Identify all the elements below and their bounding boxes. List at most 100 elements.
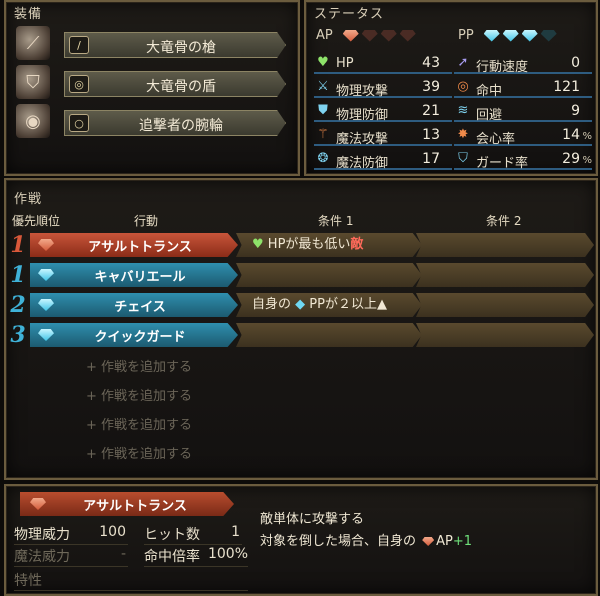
ap-label: AP <box>316 28 333 43</box>
action-button[interactable]: チェイス <box>30 293 238 317</box>
stat-label: HP <box>336 56 354 71</box>
stat-row: ➚ 行動速度 0 <box>454 54 592 75</box>
pp-gem-icon <box>38 329 54 341</box>
skill-detail-panel: アサルトトランス 物理威力 100 ヒット数 1 魔法威力 - 命中倍率 100… <box>4 484 598 596</box>
action-name: キャバリエール <box>94 270 186 285</box>
skill-description-2: 対象を倒した場合、自身の AP+1 <box>260 530 472 549</box>
magic-power-label: 魔法威力 <box>14 549 70 565</box>
equipment-name: 大竜骨の盾 <box>146 79 216 95</box>
equipment-slot[interactable]: ⛉ ◎ 大竜骨の盾 <box>16 65 286 99</box>
condition-2-slot[interactable] <box>416 233 594 257</box>
target-icon: ◎ <box>457 79 469 94</box>
condition-2-slot[interactable] <box>416 323 594 347</box>
add-tactic-button[interactable]: + 作戦を追加する <box>86 385 192 404</box>
priority-number: 1 <box>10 262 26 288</box>
equipment-slot-button[interactable]: / 大竜骨の槍 <box>64 32 286 58</box>
stat-label: 魔法攻撃 <box>336 132 389 147</box>
stat-row: ✸ 会心率 14% <box>454 126 592 147</box>
spear-icon: ⟋ <box>16 26 50 60</box>
equipment-panel: 装備 ⟋ / 大竜骨の槍 ⛉ ◎ 大竜骨の盾 ◉ ○ 追撃者の腕輪 <box>4 0 300 176</box>
tactic-row[interactable]: 1 アサルトトランス ♥ HPが最も低い敵 <box>6 232 596 258</box>
desc-resource: AP <box>436 534 453 549</box>
equipment-slot[interactable]: ⟋ / 大竜骨の槍 <box>16 26 286 60</box>
pp-gem-icon <box>38 269 54 281</box>
stat-value: 39 <box>422 79 440 95</box>
equip-type-icon: ○ <box>69 114 89 132</box>
magic-power-value: - <box>120 546 126 562</box>
ap-gem-icon <box>38 239 54 251</box>
priority-number: 2 <box>10 292 26 318</box>
condition-1-slot[interactable]: 自身の ◆ PPが２以上▲ <box>236 293 422 317</box>
pp-gem-icon: ◆ <box>295 297 306 312</box>
stat-value: 14 <box>562 127 580 143</box>
guard-icon: ⛉ <box>458 151 468 166</box>
add-tactic-button[interactable]: + 作戦を追加する <box>86 443 192 462</box>
pp-gem-icon <box>502 29 519 42</box>
trait-row: 特性 <box>14 570 248 591</box>
magic-power-row: 魔法威力 - <box>14 546 128 567</box>
ap-indicator: AP <box>316 28 419 43</box>
header-priority: 優先順位 <box>12 214 61 228</box>
tactic-row[interactable]: 3 クイックガード <box>6 322 596 348</box>
physical-power-row: 物理威力 100 <box>14 524 128 545</box>
shield-icon: ⛉ <box>16 65 50 99</box>
action-button[interactable]: キャバリエール <box>30 263 238 287</box>
pp-gem-icon <box>483 29 500 42</box>
tactic-row[interactable]: 1 キャバリエール <box>6 262 596 288</box>
equipment-title: 装備 <box>14 7 43 22</box>
ap-gem-icon <box>399 29 416 42</box>
equip-type-icon: ◎ <box>69 75 89 93</box>
stat-label: 命中 <box>476 84 503 99</box>
add-tactic-button[interactable]: + 作戦を追加する <box>86 356 192 375</box>
condition-text: 自身の <box>252 297 292 312</box>
condition-value: PPが２以上▲ <box>309 297 387 312</box>
skill-description-1: 敵単体に攻撃する <box>260 512 365 527</box>
header-condition-2: 条件 2 <box>486 214 522 228</box>
ap-gem-icon <box>422 537 435 546</box>
equipment-slot-button[interactable]: ◎ 大竜骨の盾 <box>64 71 286 97</box>
condition-1-slot[interactable] <box>236 263 422 287</box>
staff-icon: ⚚ <box>317 127 329 142</box>
stat-row: ⚚ 魔法攻撃 13 <box>314 126 452 147</box>
stat-value: 9 <box>571 103 580 119</box>
condition-1-slot[interactable]: ♥ HPが最も低い敵 <box>236 233 422 257</box>
sword-icon: ⚔ <box>317 79 329 94</box>
equipment-name: 追撃者の腕輪 <box>139 118 223 134</box>
stat-value: 17 <box>422 151 440 167</box>
equipment-slot-button[interactable]: ○ 追撃者の腕輪 <box>64 110 286 136</box>
action-button[interactable]: アサルトトランス <box>30 233 238 257</box>
heart-icon: ♥ <box>252 237 264 252</box>
add-tactic-button[interactable]: + 作戦を追加する <box>86 414 192 433</box>
tactic-row[interactable]: 2 チェイス 自身の ◆ PPが２以上▲ <box>6 292 596 318</box>
status-panel: ステータス AP PP ♥ HP 43 ⚔ 物理攻撃 39 ⛊ 物理防御 21 ⚚ 魔法攻撃 13 ❂ 魔… <box>304 0 598 176</box>
stat-value: 29 <box>562 151 580 167</box>
stat-value: 0 <box>571 55 580 71</box>
condition-1-slot[interactable] <box>236 323 422 347</box>
equip-type-icon: / <box>69 36 89 54</box>
equipment-slot[interactable]: ◉ ○ 追撃者の腕輪 <box>16 104 286 138</box>
stat-row: ❂ 魔法防御 17 <box>314 150 452 171</box>
condition-2-slot[interactable] <box>416 293 594 317</box>
stat-unit: % <box>582 155 592 166</box>
accuracy-value: 100% <box>207 546 248 562</box>
stat-row: ≋ 回避 9 <box>454 102 592 123</box>
pp-gem-icon <box>540 29 557 42</box>
condition-2-slot[interactable] <box>416 263 594 287</box>
equipment-name: 大竜骨の槍 <box>146 40 216 56</box>
ap-gem-icon <box>361 29 378 42</box>
stat-label: 物理防御 <box>336 108 389 123</box>
condition-text: HPが最も低い <box>267 237 351 252</box>
action-button[interactable]: クイックガード <box>30 323 238 347</box>
stat-row: ⚔ 物理攻撃 39 <box>314 78 452 99</box>
stat-row: ⛊ 物理防御 21 <box>314 102 452 123</box>
pp-gem-icon <box>521 29 538 42</box>
stat-label: 回避 <box>476 108 503 123</box>
selected-skill-name: アサルトトランス <box>83 499 187 514</box>
condition-target: 敵 <box>350 237 364 252</box>
stat-label: ガード率 <box>476 156 529 171</box>
tactics-title: 作戦 <box>14 192 43 207</box>
stat-unit: % <box>582 131 592 142</box>
critical-icon: ✸ <box>457 127 469 142</box>
pp-label: PP <box>458 28 474 43</box>
magic-defense-icon: ❂ <box>317 151 329 166</box>
